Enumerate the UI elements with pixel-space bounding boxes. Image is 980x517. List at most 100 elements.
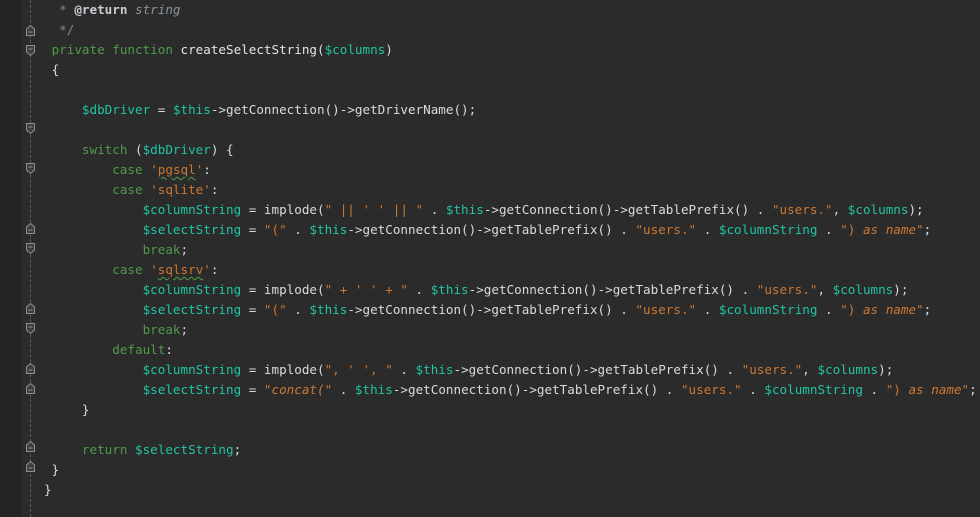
- code-token: ": [263, 382, 272, 397]
- code-token: ;: [233, 442, 242, 457]
- fold-end-marker[interactable]: [24, 302, 37, 315]
- code-token: $dbDriver: [142, 142, 211, 157]
- code-token: "): [840, 222, 863, 237]
- code-line[interactable]: $columnString = implode(", ' ', " . $thi…: [44, 360, 977, 380]
- code-token: "): [840, 302, 863, 317]
- code-token: =: [150, 102, 173, 117]
- code-token: $this: [172, 102, 211, 117]
- annotation-gutter[interactable]: [0, 0, 22, 517]
- code-line[interactable]: case 'sqlsrv':: [44, 260, 977, 280]
- code-token: .: [286, 302, 310, 317]
- code-token: concat(: [271, 382, 325, 397]
- code-token: ", ' ', ": [324, 362, 393, 377]
- fold-end-marker[interactable]: [24, 222, 37, 235]
- code-line[interactable]: $selectString = "concat(" . $this->getCo…: [44, 380, 977, 400]
- fold-start-marker[interactable]: [24, 44, 37, 57]
- code-token: ": [916, 222, 924, 237]
- code-line[interactable]: $columnString = implode(" + ' ' + " . $t…: [44, 280, 977, 300]
- fold-end-marker[interactable]: [24, 382, 37, 395]
- code-token: case: [112, 162, 143, 177]
- code-line[interactable]: $dbDriver = $this->getConnection()->getD…: [44, 100, 977, 120]
- fold-end-marker[interactable]: [24, 24, 37, 37]
- code-line[interactable]: [44, 120, 977, 140]
- code-line[interactable]: private function createSelectString($col…: [44, 40, 977, 60]
- code-line[interactable]: }: [44, 480, 977, 500]
- code-token: :: [210, 262, 219, 277]
- code-token: createSelectString: [180, 42, 317, 57]
- code-token: as name: [908, 382, 962, 397]
- code-token: "users.": [756, 282, 818, 297]
- code-token: $columns: [847, 202, 909, 217]
- code-line[interactable]: $selectString = "(" . $this->getConnecti…: [44, 220, 977, 240]
- code-token: .: [696, 222, 719, 237]
- code-token: = implode(: [241, 202, 325, 217]
- code-line[interactable]: break;: [44, 240, 977, 260]
- code-line[interactable]: return $selectString;: [44, 440, 977, 460]
- code-token: .: [407, 282, 431, 297]
- code-token: }: [44, 402, 90, 417]
- code-token: = implode(: [241, 282, 325, 297]
- code-line[interactable]: $columnString = implode(" || ' ' || " . …: [44, 200, 977, 220]
- code-token: " || ' ' || ": [324, 202, 424, 217]
- fold-start-marker[interactable]: [24, 162, 37, 175]
- code-line[interactable]: case 'pgsql':: [44, 160, 977, 180]
- code-token: as name: [862, 222, 917, 237]
- code-token: ->getConnection()->getTablePrefix() .: [392, 382, 681, 397]
- code-token: "users.": [635, 302, 697, 317]
- code-line[interactable]: switch ($dbDriver) {: [44, 140, 977, 160]
- fold-gutter[interactable]: [22, 0, 44, 517]
- fold-end-marker[interactable]: [24, 362, 37, 375]
- code-line[interactable]: }: [44, 400, 977, 420]
- fold-start-marker[interactable]: [24, 242, 37, 255]
- code-line[interactable]: * @return string: [44, 0, 977, 20]
- code-line[interactable]: */: [44, 20, 977, 40]
- fold-start-marker[interactable]: [24, 122, 37, 135]
- code-token: $this: [430, 282, 469, 297]
- code-line[interactable]: [44, 420, 977, 440]
- code-lines[interactable]: * @return string */ private function cre…: [44, 0, 977, 500]
- fold-end-marker[interactable]: [24, 440, 37, 453]
- code-token: @return: [74, 2, 128, 17]
- code-token: =: [241, 382, 264, 397]
- fold-start-marker[interactable]: [24, 322, 37, 335]
- code-token: ;: [923, 222, 932, 237]
- code-token: ->getConnection()->getTablePrefix() .: [347, 302, 636, 317]
- code-token: private function: [51, 42, 181, 57]
- fold-end-marker[interactable]: [24, 460, 37, 473]
- code-token: "users.": [771, 202, 833, 217]
- code-token: .: [392, 362, 416, 377]
- code-token: ": [916, 302, 924, 317]
- code-content-area[interactable]: * @return string */ private function cre…: [44, 0, 980, 517]
- code-token: .: [696, 302, 719, 317]
- code-token: ;: [180, 322, 189, 337]
- code-editor[interactable]: * @return string */ private function cre…: [0, 0, 980, 517]
- code-token: $columnString: [142, 202, 242, 217]
- code-token: :: [165, 342, 173, 357]
- code-token: ->getConnection()->getDriverName();: [210, 102, 477, 117]
- code-line[interactable]: $selectString = "(" . $this->getConnecti…: [44, 300, 977, 320]
- code-token: ;: [180, 242, 189, 257]
- code-token: ': [150, 262, 158, 277]
- code-token: $columnString: [718, 302, 818, 317]
- code-token: sqlsrv: [157, 262, 204, 277]
- code-token: switch: [81, 142, 128, 157]
- code-line[interactable]: [44, 80, 977, 100]
- code-line[interactable]: {: [44, 60, 977, 80]
- code-token: $columns: [817, 362, 879, 377]
- code-token: "users.": [741, 362, 803, 377]
- code-token: ): [385, 42, 393, 57]
- code-line[interactable]: break;: [44, 320, 977, 340]
- code-line[interactable]: default:: [44, 340, 977, 360]
- code-token: :: [203, 162, 211, 177]
- code-line[interactable]: case 'sqlite':: [44, 180, 977, 200]
- code-token: $columns: [324, 42, 386, 57]
- code-line[interactable]: }: [44, 460, 977, 480]
